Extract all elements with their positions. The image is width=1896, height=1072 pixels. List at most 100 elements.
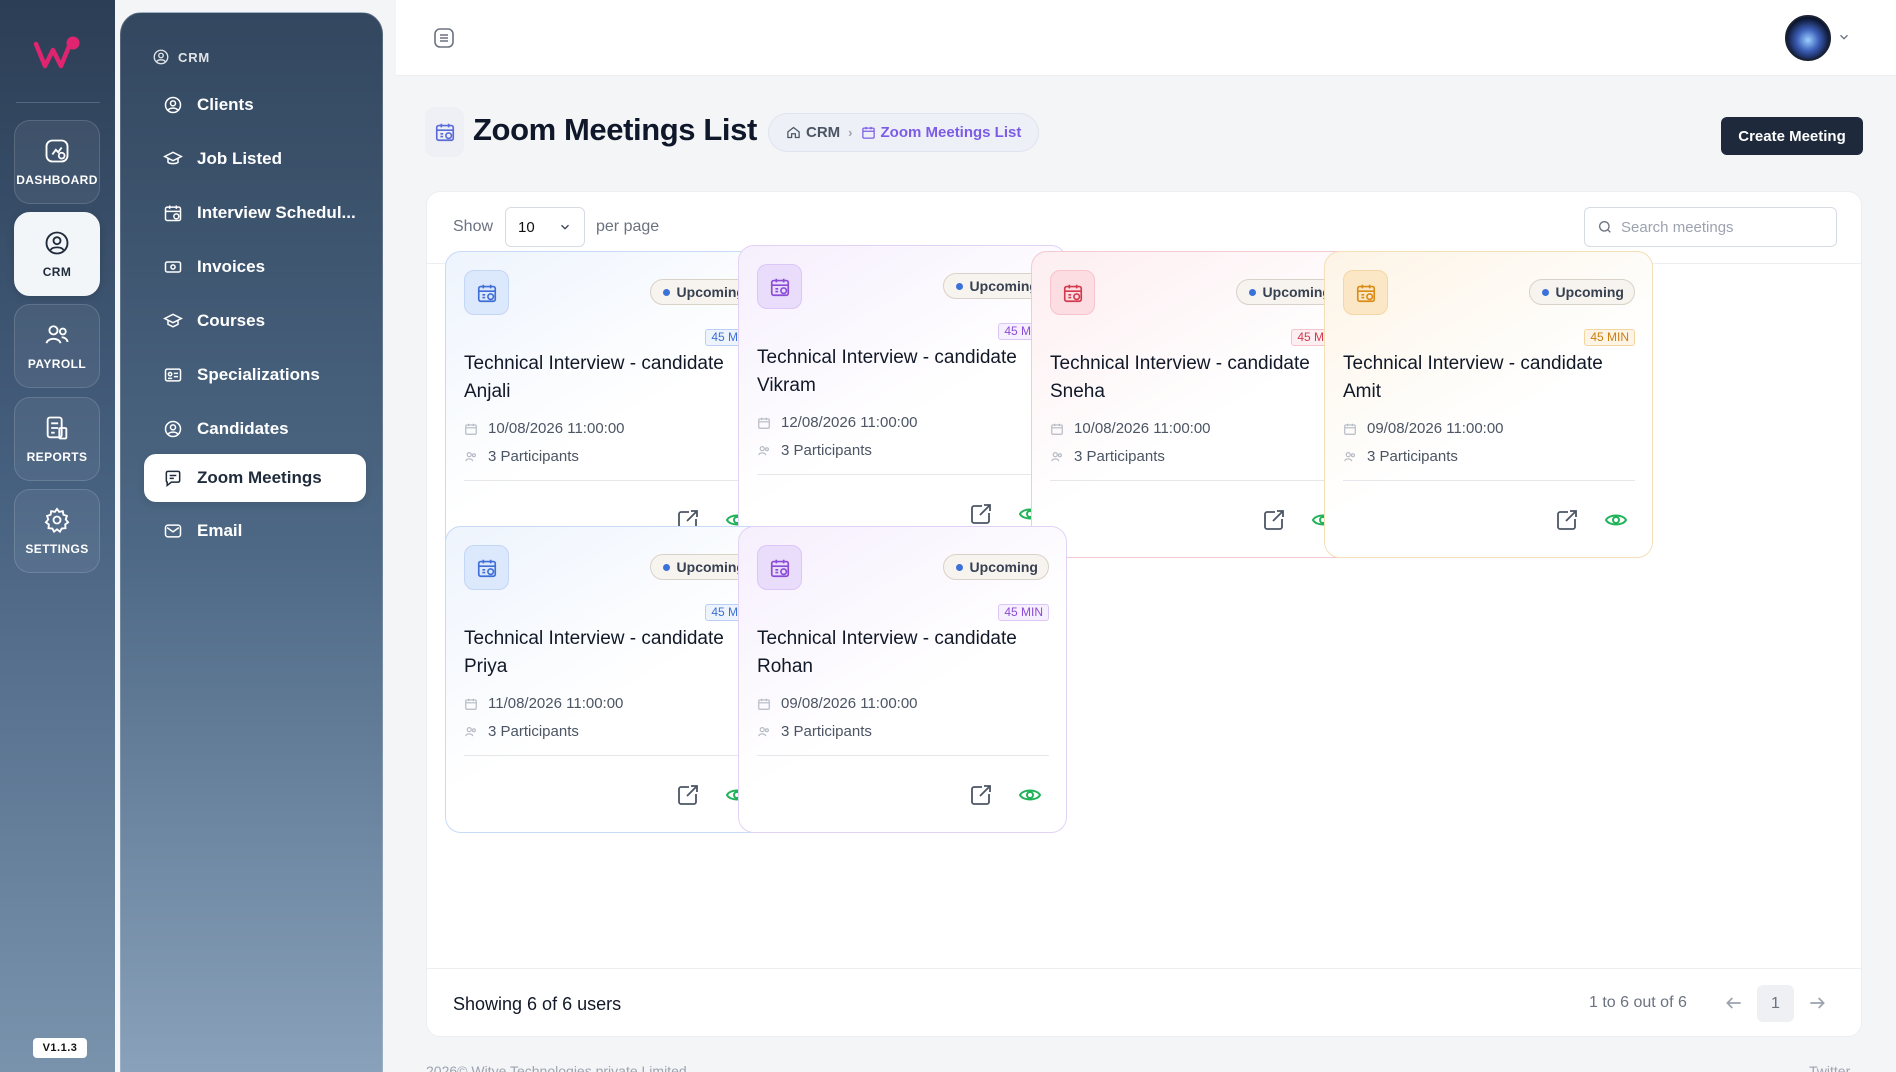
rail-item-settings[interactable]: SETTINGS bbox=[14, 489, 100, 573]
status-badge: Upcoming bbox=[1528, 279, 1635, 305]
datetime-text: 09/08/2026 11:00:00 bbox=[781, 695, 918, 712]
card-divider bbox=[1050, 480, 1342, 481]
participants-text: 3 Participants bbox=[781, 723, 872, 740]
pagination-range: 1 to 6 out of 6 bbox=[1589, 994, 1687, 1011]
nav-item-zoom-meetings[interactable]: Zoom Meetings bbox=[144, 454, 366, 502]
rail-item-crm[interactable]: CRM bbox=[14, 212, 100, 296]
participants-text: 3 Participants bbox=[1367, 448, 1458, 465]
meeting-card[interactable]: Upcoming 45 MIN Technical Interview - cand… bbox=[1031, 251, 1360, 558]
graduation-cap-icon bbox=[163, 151, 183, 165]
user-circle-icon bbox=[164, 96, 182, 114]
gear-icon bbox=[44, 507, 70, 534]
nav-item-invoices[interactable]: Invoices bbox=[144, 243, 366, 291]
nav-item-specializations[interactable]: Specializations bbox=[144, 351, 366, 399]
nav-item-label: Courses bbox=[197, 311, 266, 330]
breadcrumb-root-label: CRM bbox=[806, 124, 841, 141]
nav-item-label: Interview Schedul... bbox=[197, 203, 356, 222]
meeting-datetime: 10/08/2026 11:00:00 bbox=[464, 420, 625, 437]
edit-icon[interactable] bbox=[969, 502, 993, 526]
breadcrumb-current: Zoom Meetings List bbox=[861, 124, 1021, 141]
nav-item-clients[interactable]: Clients bbox=[144, 81, 366, 129]
participants-text: 3 Participants bbox=[781, 442, 872, 459]
chevron-down-icon[interactable] bbox=[1837, 30, 1851, 44]
status-dot bbox=[955, 282, 963, 290]
datetime-text: 09/08/2026 11:00:00 bbox=[1367, 420, 1504, 437]
rail-item-reports[interactable]: REPORTS bbox=[14, 397, 100, 481]
arrow-right-icon[interactable] bbox=[1806, 993, 1828, 1013]
rail-item-payroll[interactable]: PAYROLL bbox=[14, 304, 100, 388]
nav-item-email[interactable]: Email bbox=[144, 507, 366, 555]
user-circle-icon bbox=[164, 420, 182, 438]
nav-item-candidates[interactable]: Candidates bbox=[144, 405, 366, 453]
meeting-datetime: 11/08/2026 11:00:00 bbox=[464, 695, 623, 712]
meeting-title: Technical Interview - candidate Anjali bbox=[464, 353, 724, 402]
meeting-participants: 3 Participants bbox=[757, 442, 872, 459]
duration-badge: 45 MIN bbox=[998, 604, 1049, 621]
calendar-icon bbox=[758, 698, 770, 710]
meeting-calendar-icon bbox=[1050, 270, 1095, 315]
calendar-icon bbox=[1344, 423, 1356, 435]
per-page-select[interactable]: 10 bbox=[505, 207, 585, 247]
show-label: Show bbox=[453, 218, 494, 235]
edit-icon[interactable] bbox=[1555, 508, 1579, 532]
meeting-datetime: 09/08/2026 11:00:00 bbox=[1343, 420, 1504, 437]
meeting-participants: 3 Participants bbox=[464, 723, 579, 740]
nav-item-label: Invoices bbox=[197, 257, 266, 276]
chat-icon bbox=[165, 470, 181, 488]
user-avatar[interactable] bbox=[1785, 15, 1831, 61]
rail-item-dashboard[interactable]: DASHBOARD bbox=[14, 120, 100, 204]
pagination-page[interactable]: 1 bbox=[1757, 985, 1794, 1022]
card-divider bbox=[464, 755, 756, 756]
meeting-calendar-icon bbox=[1343, 270, 1388, 315]
id-card-icon bbox=[164, 368, 182, 382]
participants-text: 3 Participants bbox=[1074, 448, 1165, 465]
nav-item-interview-schedule[interactable]: Interview Schedul... bbox=[144, 189, 366, 237]
breadcrumb-root[interactable]: CRM bbox=[786, 124, 840, 141]
page-title: Zoom Meetings List bbox=[473, 112, 757, 147]
meeting-card[interactable]: Upcoming 45 MIN Technical Interview - cand… bbox=[738, 245, 1067, 552]
breadcrumb: CRM › Zoom Meetings List bbox=[768, 113, 1040, 152]
meeting-card[interactable]: Upcoming 45 MIN Technical Interview - cand… bbox=[1324, 251, 1653, 558]
version-badge: V1.1.3 bbox=[33, 1038, 87, 1058]
participants-text: 3 Participants bbox=[488, 448, 579, 465]
subnav-heading: CRM bbox=[152, 48, 210, 66]
money-icon bbox=[164, 261, 182, 273]
menu-toggle-icon[interactable] bbox=[432, 26, 456, 50]
edit-icon[interactable] bbox=[1262, 508, 1286, 532]
arrow-left-icon[interactable] bbox=[1723, 993, 1745, 1013]
datetime-text: 10/08/2026 11:00:00 bbox=[1074, 420, 1211, 437]
nav-item-label: Email bbox=[197, 521, 243, 540]
card-divider bbox=[757, 474, 1049, 475]
topbar bbox=[396, 0, 1896, 76]
status-label: Upcoming bbox=[676, 559, 745, 575]
view-icon[interactable] bbox=[1604, 508, 1628, 532]
subnav-heading-label: CRM bbox=[178, 49, 211, 65]
meeting-participants: 3 Participants bbox=[1343, 448, 1458, 465]
meeting-card[interactable]: Upcoming 45 MIN Technical Interview - cand… bbox=[445, 251, 774, 558]
search-input[interactable] bbox=[1621, 218, 1821, 236]
meeting-datetime: 10/08/2026 11:00:00 bbox=[1050, 420, 1211, 437]
nav-item-label: Job Listed bbox=[197, 149, 283, 168]
crm-icon bbox=[153, 49, 169, 65]
card-divider bbox=[1343, 480, 1635, 481]
status-dot bbox=[662, 288, 670, 296]
app-logo[interactable] bbox=[33, 34, 85, 74]
twitter-link[interactable]: Twitter bbox=[1809, 1063, 1850, 1072]
edit-icon[interactable] bbox=[969, 783, 993, 807]
participants-icon bbox=[758, 726, 769, 736]
view-icon[interactable] bbox=[1018, 783, 1042, 807]
datetime-text: 12/08/2026 11:00:00 bbox=[781, 414, 918, 431]
meeting-calendar-icon bbox=[464, 270, 509, 315]
status-label: Upcoming bbox=[1555, 284, 1624, 300]
meeting-participants: 3 Participants bbox=[1050, 448, 1165, 465]
meeting-title: Technical Interview - candidate Rohan bbox=[757, 628, 1017, 677]
create-meeting-button[interactable]: Create Meeting bbox=[1721, 117, 1863, 155]
edit-icon[interactable] bbox=[676, 783, 700, 807]
nav-item-job-listed[interactable]: Job Listed bbox=[144, 135, 366, 183]
meeting-card[interactable]: Upcoming 45 MIN Technical Interview - cand… bbox=[445, 526, 774, 833]
dashboard-icon bbox=[45, 139, 69, 163]
calendar-icon bbox=[465, 698, 477, 710]
meeting-datetime: 09/08/2026 11:00:00 bbox=[757, 695, 918, 712]
nav-item-courses[interactable]: Courses bbox=[144, 297, 366, 345]
meeting-card[interactable]: Upcoming 45 MIN Technical Interview - cand… bbox=[738, 526, 1067, 833]
